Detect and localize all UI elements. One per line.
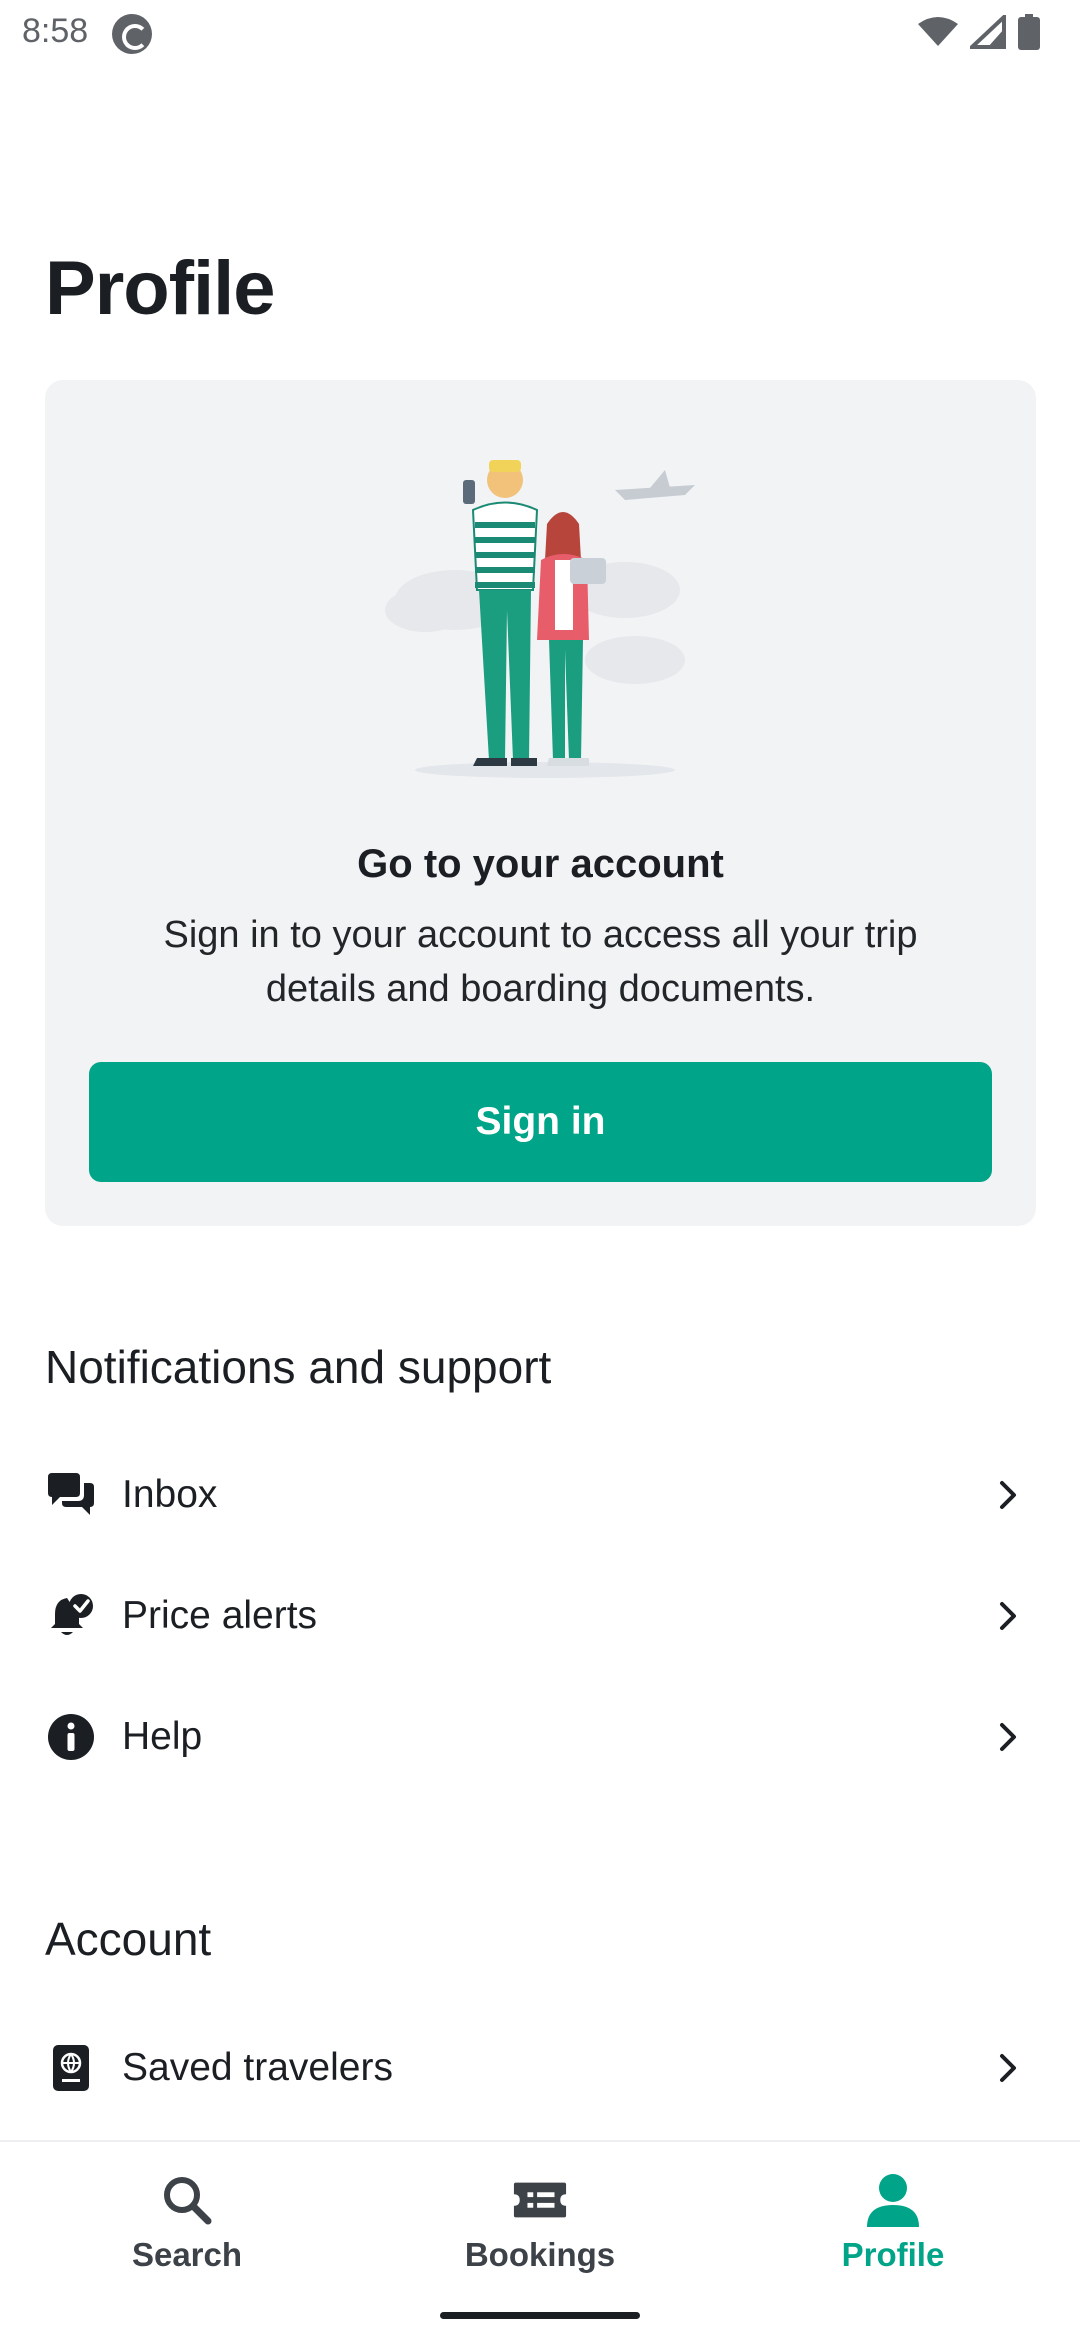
account-card: Go to your account Sign in to your accou…: [45, 380, 1036, 1226]
person-icon: [865, 2172, 921, 2228]
list-item-label: Price alerts: [122, 1594, 318, 1637]
app-notification-icon: [112, 14, 152, 54]
notifications-section-title: Notifications and support: [45, 1341, 552, 1393]
tab-bookings[interactable]: Bookings: [430, 2172, 650, 2292]
info-icon: [45, 1711, 97, 1763]
chevron-right-icon: [992, 2052, 1024, 2084]
list-item-inbox[interactable]: Inbox: [0, 1440, 1080, 1550]
status-bar: 8:58: [0, 0, 1080, 66]
home-indicator[interactable]: [440, 2312, 640, 2319]
sign-in-button[interactable]: Sign in: [89, 1062, 992, 1182]
card-description: Sign in to your account to access all yo…: [163, 914, 918, 1010]
card-heading: Go to your account: [357, 842, 724, 886]
tab-label: Search: [131, 2236, 243, 2273]
list-item-price-alerts[interactable]: Price alerts: [0, 1561, 1080, 1671]
page-title: Profile: [45, 246, 275, 331]
list-item-label: Help: [122, 1715, 203, 1758]
tab-label: Bookings: [464, 2236, 616, 2273]
tab-label: Profile: [841, 2236, 945, 2273]
account-section-title: Account: [45, 1913, 212, 1965]
list-item-saved-travelers[interactable]: Saved travelers: [0, 2013, 1080, 2123]
bottom-navigation: Search Bookings Profile: [0, 2140, 1080, 2340]
search-icon: [159, 2172, 215, 2228]
signal-icon: [970, 15, 1006, 49]
tab-search[interactable]: Search: [77, 2172, 297, 2292]
wifi-icon: [918, 17, 958, 46]
chat-bubbles-icon: [45, 1469, 97, 1521]
list-item-label: Saved travelers: [122, 2046, 393, 2089]
tab-profile[interactable]: Profile: [783, 2172, 1003, 2292]
list-item-label: Inbox: [122, 1473, 218, 1516]
ticket-icon: [512, 2172, 568, 2228]
status-icons: [918, 14, 1040, 50]
status-time: 8:58: [22, 12, 89, 50]
chevron-right-icon: [992, 1721, 1024, 1753]
battery-icon: [1018, 14, 1040, 50]
travelers-illustration: [385, 460, 695, 778]
bell-check-icon: [45, 1590, 97, 1642]
passport-icon: [45, 2042, 97, 2094]
list-item-help[interactable]: Help: [0, 1682, 1080, 1792]
chevron-right-icon: [992, 1479, 1024, 1511]
chevron-right-icon: [992, 1600, 1024, 1632]
